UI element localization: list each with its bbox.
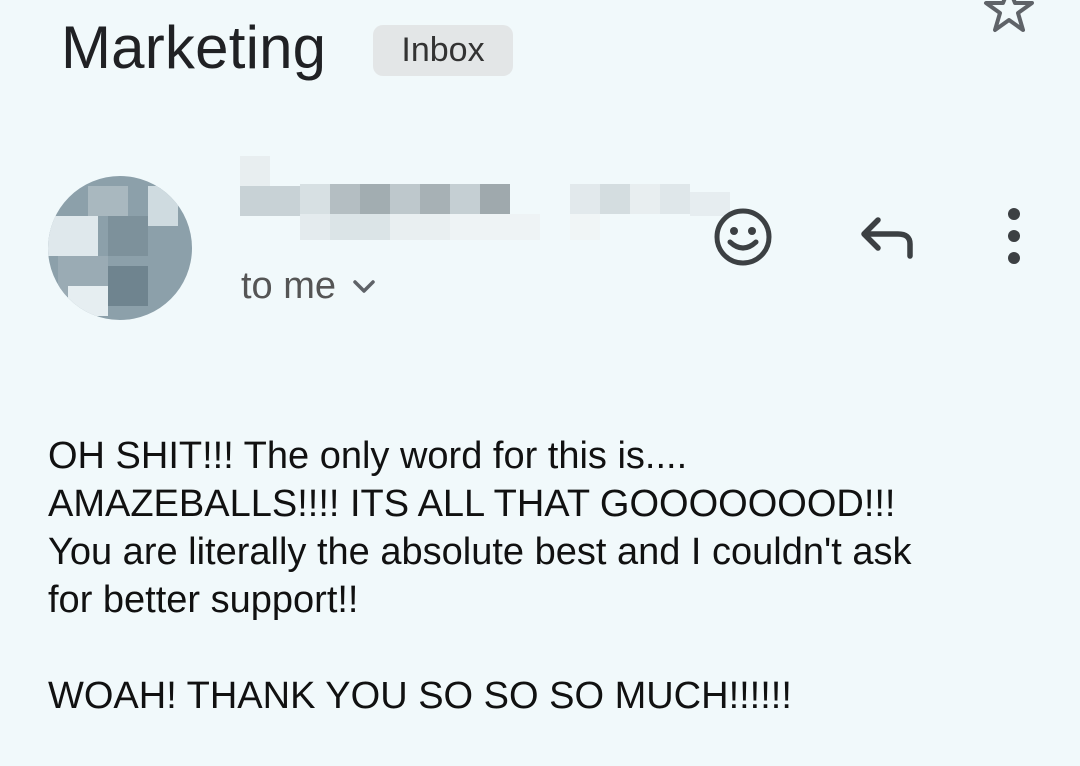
inbox-label-chip[interactable]: Inbox (373, 25, 513, 76)
recipient-label: to me (241, 265, 337, 307)
more-vertical-icon[interactable] (998, 206, 1030, 266)
body-line: OH SHIT!!! The only word for this is.... (48, 435, 688, 477)
star-icon[interactable] (982, 0, 1036, 34)
body-line: You are literally the absolute best and … (48, 531, 912, 573)
recipient-details-toggle[interactable]: to me (241, 262, 378, 310)
chevron-down-icon (353, 280, 375, 293)
emoji-icon[interactable] (712, 206, 774, 268)
body-line: WOAH! THANK YOU SO SO SO MUCH!!!!!! (48, 675, 792, 717)
body-line: for better support!! (48, 579, 359, 621)
reply-icon[interactable] (858, 212, 920, 262)
body-line: AMAZEBALLS!!!! ITS ALL THAT GOOOOOOOD!!! (48, 483, 896, 525)
email-subject: Marketing (61, 14, 327, 81)
sender-avatar[interactable] (48, 176, 192, 320)
body-blank-line (48, 624, 1048, 672)
sender-name-redacted (240, 156, 730, 240)
email-body: OH SHIT!!! The only word for this is....… (48, 432, 1048, 720)
